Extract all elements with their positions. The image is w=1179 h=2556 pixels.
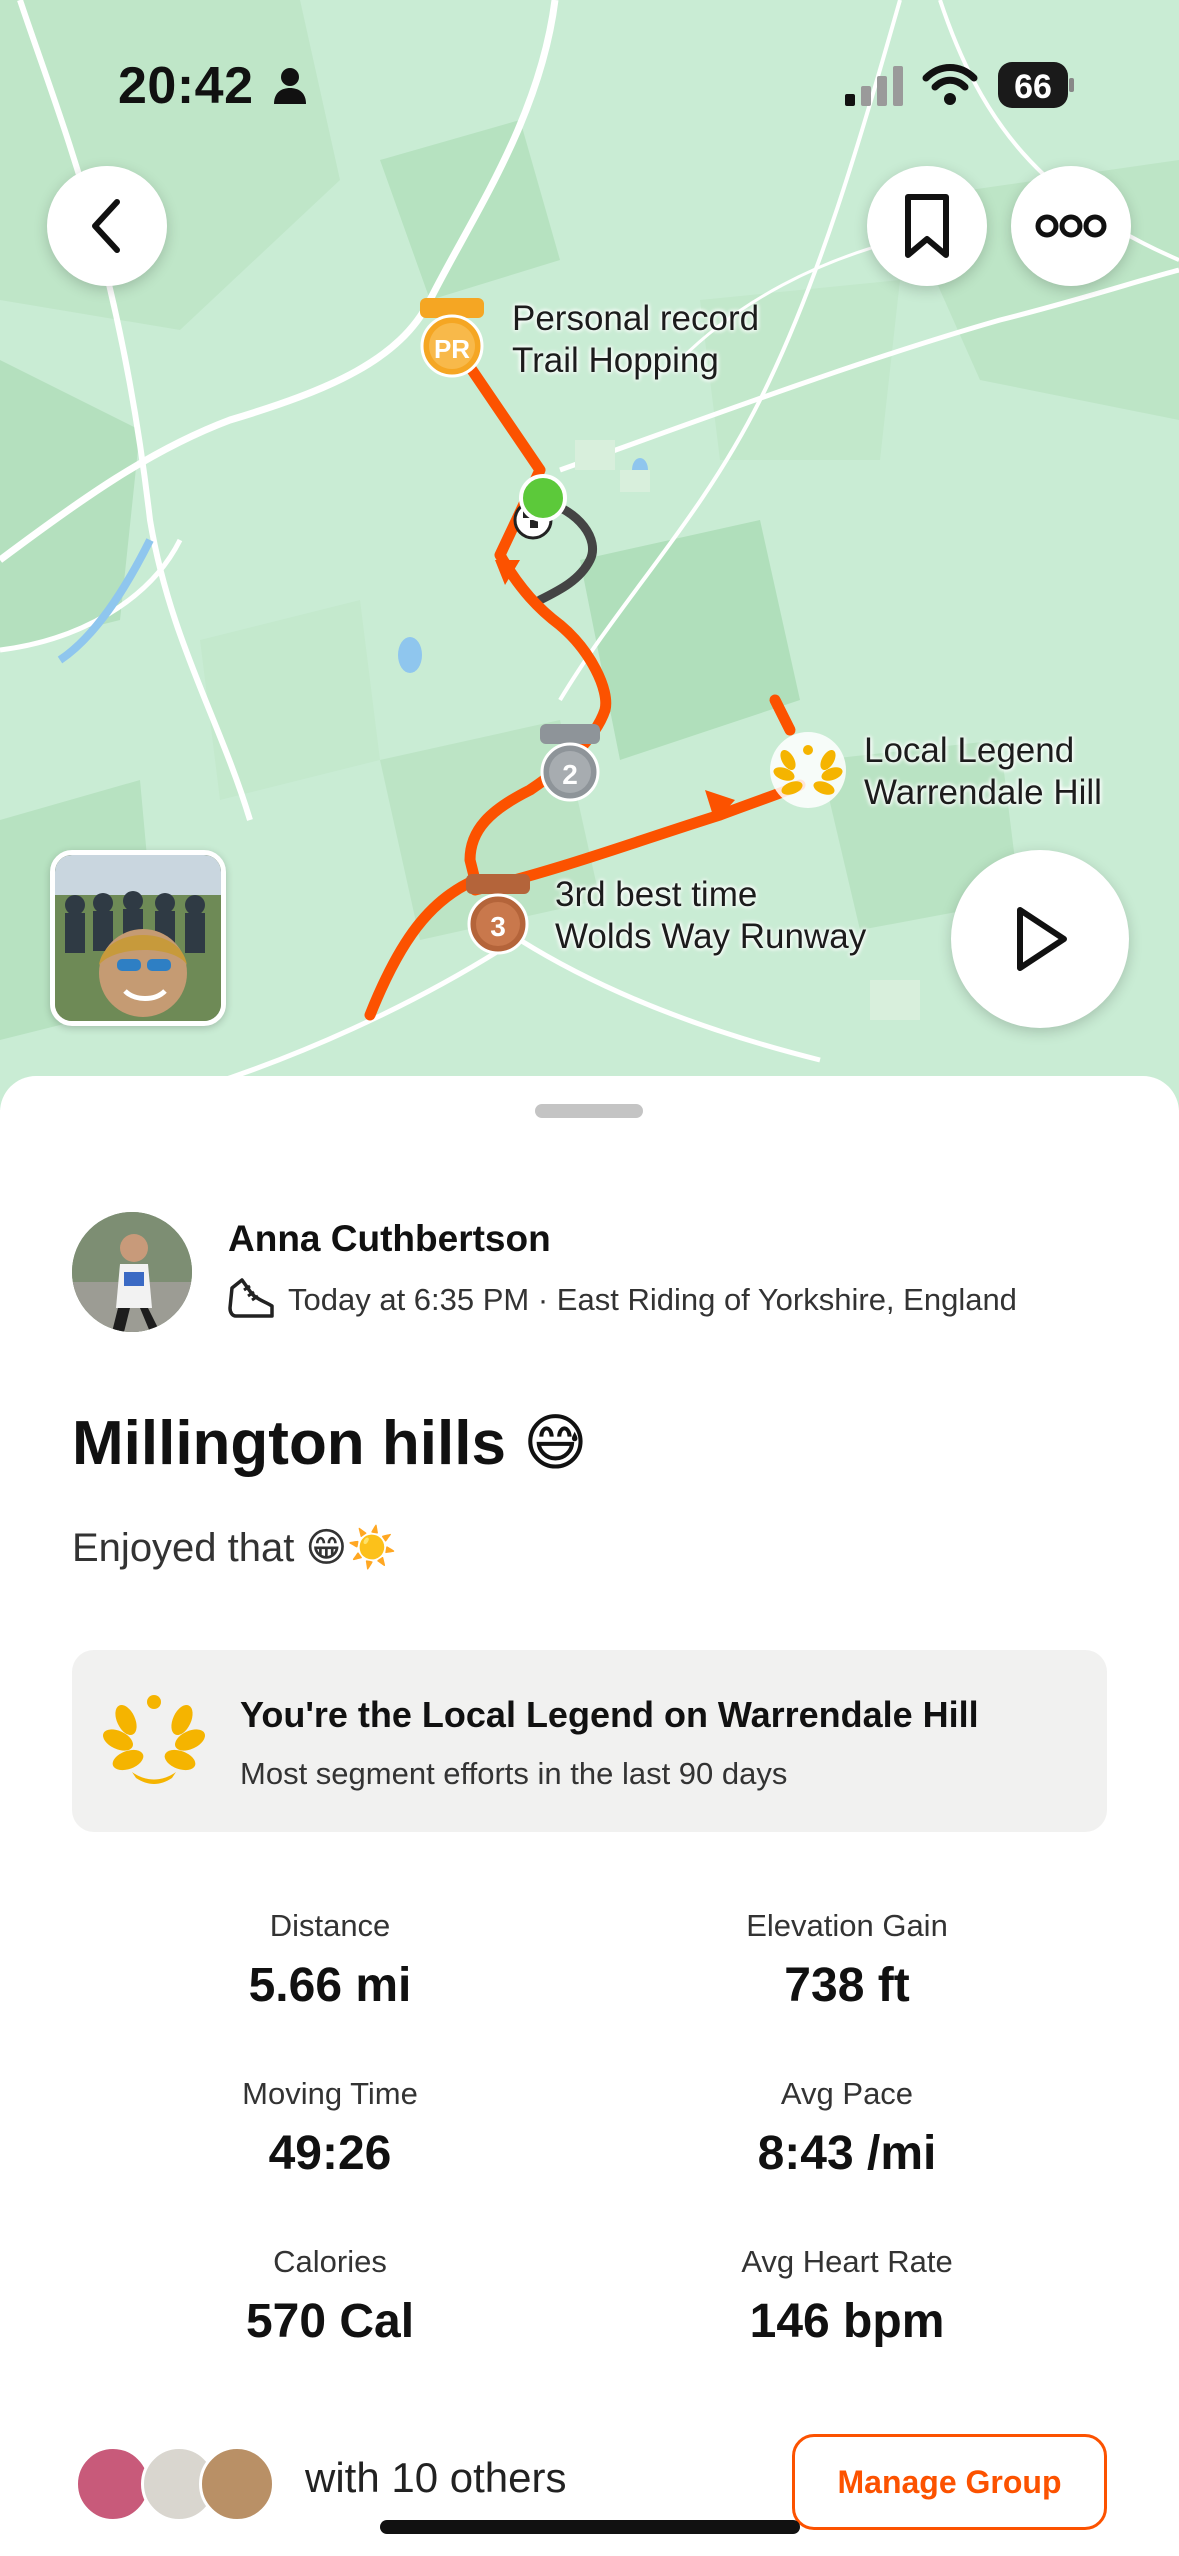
run-shoe-icon — [228, 1278, 274, 1318]
activity-meta: Today at 6:35 PM · East Riding of Yorksh… — [288, 1282, 1017, 1317]
stat-label: Avg Heart Rate — [741, 2244, 953, 2279]
group-avatar — [199, 2446, 275, 2522]
bronze-medal-icon: 3 — [466, 874, 530, 955]
legend-label-line1: Local Legend — [864, 731, 1075, 770]
pr-medal-icon: PR — [420, 298, 484, 378]
wifi-icon — [922, 64, 978, 105]
bookmark-icon — [905, 194, 949, 258]
bronze-medal-text: 3 — [490, 911, 506, 942]
cellular-signal-icon — [845, 66, 903, 106]
stat-value: 146 bpm — [749, 2295, 945, 2348]
play-icon — [1017, 907, 1067, 971]
group-count-text[interactable]: with 10 others — [305, 2454, 566, 2502]
status-bar: 20:42 66 — [0, 0, 1179, 140]
stat-value: 5.66 mi — [248, 1959, 412, 2012]
back-button[interactable] — [47, 166, 167, 286]
legend-card-title: You're the Local Legend on Warrendale Hi… — [240, 1694, 979, 1735]
pr-label-line1: Personal record — [512, 299, 760, 338]
activity-photo-thumbnail[interactable] — [50, 850, 226, 1026]
third-label-line1: 3rd best time — [555, 875, 758, 914]
legend-card-subtitle: Most segment efforts in the last 90 days — [240, 1756, 788, 1791]
stat-calories: Calories 570 Cal — [120, 2244, 540, 2349]
local-legend-card[interactable]: You're the Local Legend on Warrendale Hi… — [72, 1650, 1107, 1832]
stat-distance: Distance 5.66 mi — [120, 1908, 540, 2013]
laurel-icon — [103, 1695, 205, 1784]
bookmark-button[interactable] — [867, 166, 987, 286]
third-label-line2: Wolds Way Runway — [555, 917, 867, 956]
stat-value: 570 Cal — [245, 2295, 415, 2348]
pr-label: Personal record Trail Hopping — [512, 298, 759, 382]
stat-label: Moving Time — [242, 2076, 418, 2111]
battery-nub — [1069, 78, 1074, 92]
more-dots-icon — [1035, 214, 1107, 238]
battery-indicator: 66 — [998, 62, 1074, 108]
activity-title: Millington hills 😅 — [72, 1409, 588, 1478]
home-indicator — [380, 2520, 800, 2534]
stat-value: 49:26 — [268, 2127, 392, 2180]
third-best-label: 3rd best time Wolds Way Runway — [555, 874, 866, 958]
athlete-avatar[interactable] — [72, 1212, 192, 1332]
legend-label-line2: Warrendale Hill — [864, 773, 1102, 812]
local-legend-laurel-icon — [770, 732, 846, 808]
more-options-button[interactable] — [1011, 166, 1131, 286]
finish-flag-icon — [513, 474, 567, 540]
silver-medal-icon: 2 — [540, 724, 600, 802]
athlete-name[interactable]: Anna Cuthbertson — [228, 1218, 551, 1260]
stat-avg-heart-rate: Avg Heart Rate 146 bpm — [637, 2244, 1057, 2349]
stat-avg-pace: Avg Pace 8:43 /mi — [637, 2076, 1057, 2181]
pr-medal-text: PR — [434, 334, 470, 364]
stat-label: Distance — [269, 1908, 391, 1943]
stat-value: 738 ft — [784, 1959, 910, 2012]
stat-label: Calories — [273, 2244, 387, 2279]
chevron-left-icon — [92, 199, 120, 253]
group-avatars[interactable] — [75, 2446, 275, 2526]
pr-label-line2: Trail Hopping — [512, 341, 719, 380]
athlete-avatar-image — [72, 1212, 192, 1332]
activity-map[interactable]: PR Personal record Trail Hopping 2 3 3rd… — [0, 0, 1179, 1110]
battery-percent: 66 — [1014, 68, 1052, 106]
group-photo-image — [55, 855, 221, 1021]
stat-label: Elevation Gain — [746, 1908, 948, 1943]
manage-group-button[interactable]: Manage Group — [792, 2434, 1107, 2530]
stat-elevation-gain: Elevation Gain 738 ft — [637, 1908, 1057, 2013]
activity-details-sheet: Anna Cuthbertson Today at 6:35 PM · East… — [0, 1076, 1179, 2556]
play-flyover-button[interactable] — [951, 850, 1129, 1028]
silver-medal-text: 2 — [562, 759, 578, 790]
status-time: 20:42 — [118, 57, 254, 115]
group-avatar — [75, 2446, 151, 2522]
person-icon — [274, 68, 306, 104]
local-legend-label: Local Legend Warrendale Hill — [864, 730, 1102, 814]
stat-moving-time: Moving Time 49:26 — [120, 2076, 540, 2181]
sheet-drag-handle[interactable] — [535, 1104, 643, 1118]
stat-label: Avg Pace — [780, 2076, 914, 2111]
stat-value: 8:43 /mi — [757, 2127, 937, 2180]
activity-description: Enjoyed that 😁☀️ — [72, 1526, 397, 1570]
